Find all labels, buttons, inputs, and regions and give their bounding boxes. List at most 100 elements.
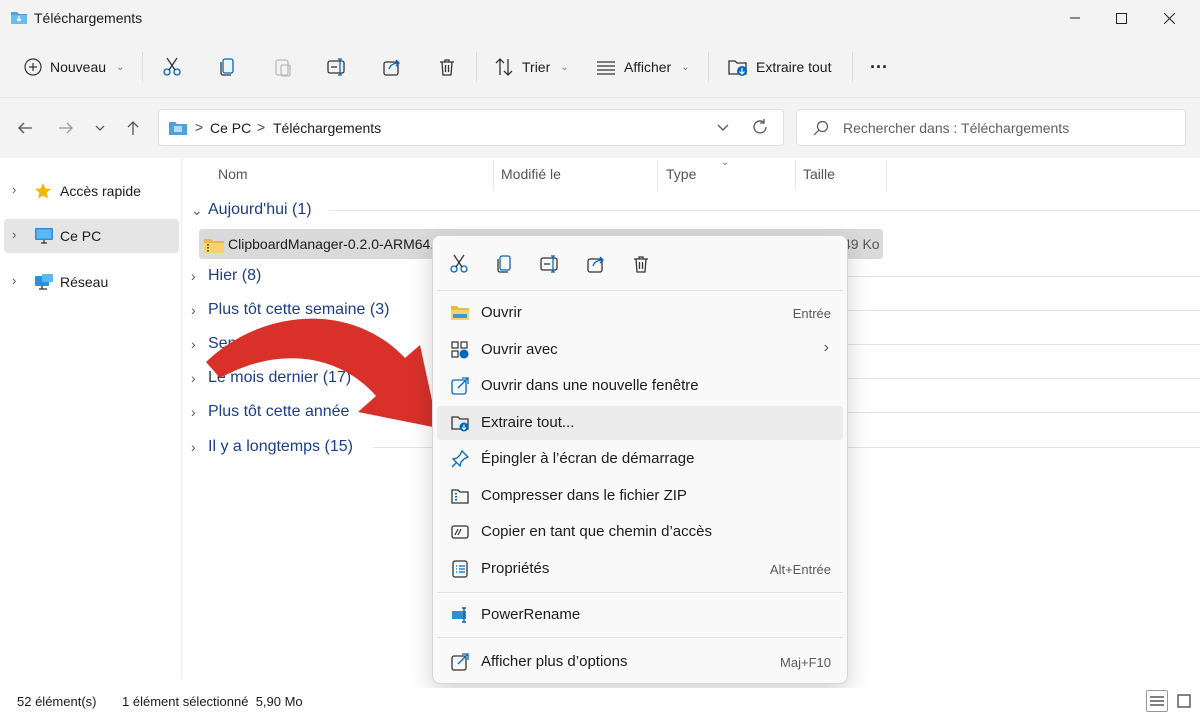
column-divider[interactable] (886, 160, 887, 190)
group-divider (847, 344, 1200, 345)
column-header-modified[interactable]: Modifié le (501, 166, 561, 182)
menu-divider (437, 290, 843, 291)
group-divider (847, 378, 1200, 379)
chevron-down-icon (95, 125, 105, 131)
menu-item-pin-start[interactable]: Épingler à l’écran de démarrage (437, 442, 843, 476)
column-header-name[interactable]: Nom (218, 166, 248, 182)
extract-icon (451, 416, 469, 432)
rename-icon (540, 255, 558, 273)
tiles-view-button[interactable] (1173, 690, 1195, 712)
chevron-right-icon[interactable]: › (12, 182, 16, 197)
chevron-right-icon[interactable]: › (12, 227, 16, 242)
navigation-pane: › Accès rapide › Ce PC › Réseau (0, 158, 182, 678)
search-icon (813, 120, 829, 136)
title-bar: Téléchargements (0, 0, 1200, 36)
copy-button[interactable] (218, 50, 238, 84)
up-button[interactable] (121, 116, 145, 140)
properties-icon (452, 560, 468, 578)
menu-item-open-with[interactable]: Ouvrir avec › (437, 333, 843, 367)
sidebar-item-ce-pc[interactable]: › Ce PC (4, 219, 179, 253)
recent-locations-button[interactable] (88, 116, 112, 140)
minimize-button[interactable] (1052, 0, 1098, 36)
sidebar-item-label: Réseau (60, 274, 109, 290)
menu-item-copy-path[interactable]: Copier en tant que chemin d’accès (437, 515, 843, 549)
group-header[interactable]: › Hier (8) (191, 264, 261, 288)
pin-icon (451, 450, 469, 468)
address-bar[interactable]: > Ce PC > Téléchargements (158, 109, 784, 146)
menu-item-properties[interactable]: Propriétés Alt+Entrée (437, 552, 843, 586)
column-divider[interactable] (795, 160, 796, 190)
command-bar: Nouveau ⌄ Trier ⌄ Afficher ⌄ Extraire to… (0, 36, 1200, 98)
extract-all-button[interactable]: Extraire tout (728, 50, 831, 84)
ctx-rename-button[interactable] (538, 252, 562, 276)
share-button[interactable] (382, 50, 402, 84)
sidebar-item-label: Accès rapide (60, 183, 141, 199)
menu-item-label: Épingler à l’écran de démarrage (481, 450, 695, 467)
group-divider (847, 310, 1200, 311)
refresh-icon[interactable] (751, 118, 769, 136)
breadcrumb-ce-pc[interactable]: Ce PC (210, 120, 251, 136)
sort-button[interactable]: Trier ⌄ (494, 50, 569, 84)
menu-item-label: PowerRename (481, 606, 581, 623)
chevron-right-icon[interactable]: › (12, 273, 16, 288)
menu-item-powerrename[interactable]: PowerRename (437, 598, 843, 632)
menu-item-extract-all[interactable]: Extraire tout... (437, 406, 843, 440)
group-header[interactable]: ⌄ Aujourd'hui (1) (191, 198, 312, 222)
toolbar-divider (476, 52, 477, 82)
rename-button[interactable] (327, 50, 347, 84)
arrow-left-icon (18, 122, 32, 134)
delete-icon (634, 256, 648, 273)
menu-item-open[interactable]: Ouvrir Entrée (437, 296, 843, 330)
cut-button[interactable] (162, 50, 182, 84)
status-bar: 52 élément(s) 1 élément sélectionné 5,90… (0, 688, 1200, 715)
menu-item-label: Ouvrir (481, 304, 522, 321)
details-view-icon (1150, 696, 1164, 706)
menu-item-label: Ouvrir dans une nouvelle fenêtre (481, 377, 699, 394)
view-button[interactable]: Afficher ⌄ (596, 50, 690, 84)
maximize-button[interactable] (1098, 0, 1144, 36)
share-icon (383, 59, 400, 76)
details-view-button[interactable] (1146, 690, 1168, 712)
ctx-copy-button[interactable] (493, 252, 517, 276)
chevron-down-icon[interactable] (717, 119, 729, 135)
ctx-delete-button[interactable] (629, 252, 653, 276)
column-header-type[interactable]: Type (666, 166, 696, 182)
group-divider (847, 276, 1200, 277)
menu-item-open-new-window[interactable]: Ouvrir dans une nouvelle fenêtre (437, 369, 843, 403)
paste-button[interactable] (273, 50, 293, 84)
file-name: ClipboardManager-0.2.0-ARM64.z (228, 236, 442, 252)
forward-button[interactable] (54, 116, 78, 140)
new-button[interactable]: Nouveau ⌄ (24, 50, 124, 84)
cut-icon (450, 254, 468, 273)
menu-item-label: Propriétés (481, 560, 550, 577)
search-input[interactable]: Rechercher dans : Téléchargements (796, 109, 1186, 146)
sidebar-item-network[interactable]: › Réseau (4, 265, 179, 299)
column-divider[interactable] (493, 160, 494, 190)
menu-item-compress-zip[interactable]: Compresser dans le fichier ZIP (437, 479, 843, 513)
ctx-share-button[interactable] (584, 252, 608, 276)
close-button[interactable] (1146, 0, 1192, 36)
menu-item-label: Copier en tant que chemin d’accès (481, 523, 712, 540)
more-button[interactable]: ··· (870, 50, 888, 84)
new-label: Nouveau (50, 59, 107, 75)
pc-icon (35, 228, 53, 244)
breadcrumb-downloads[interactable]: Téléchargements (273, 120, 381, 136)
column-divider[interactable] (657, 160, 658, 190)
open-with-icon (451, 341, 469, 359)
ctx-cut-button[interactable] (447, 252, 471, 276)
view-label: Afficher (624, 59, 672, 75)
column-header-size[interactable]: Taille (803, 166, 835, 182)
file-size: 49 Ko (843, 236, 880, 252)
maximize-icon (1115, 12, 1127, 24)
menu-item-shortcut: Entrée (792, 306, 831, 321)
sidebar-item-label: Ce PC (60, 228, 102, 244)
powerrename-icon (452, 607, 466, 623)
sidebar-item-quick-access[interactable]: › Accès rapide (4, 174, 179, 208)
menu-item-show-more-options[interactable]: Afficher plus d’options Maj+F10 (437, 645, 843, 679)
menu-item-label: Compresser dans le fichier ZIP (481, 487, 687, 504)
delete-button[interactable] (437, 50, 457, 84)
toolbar-divider (708, 52, 709, 82)
back-button[interactable] (13, 116, 37, 140)
tiles-view-icon (1177, 694, 1191, 708)
breadcrumb-separator: > (195, 119, 204, 135)
